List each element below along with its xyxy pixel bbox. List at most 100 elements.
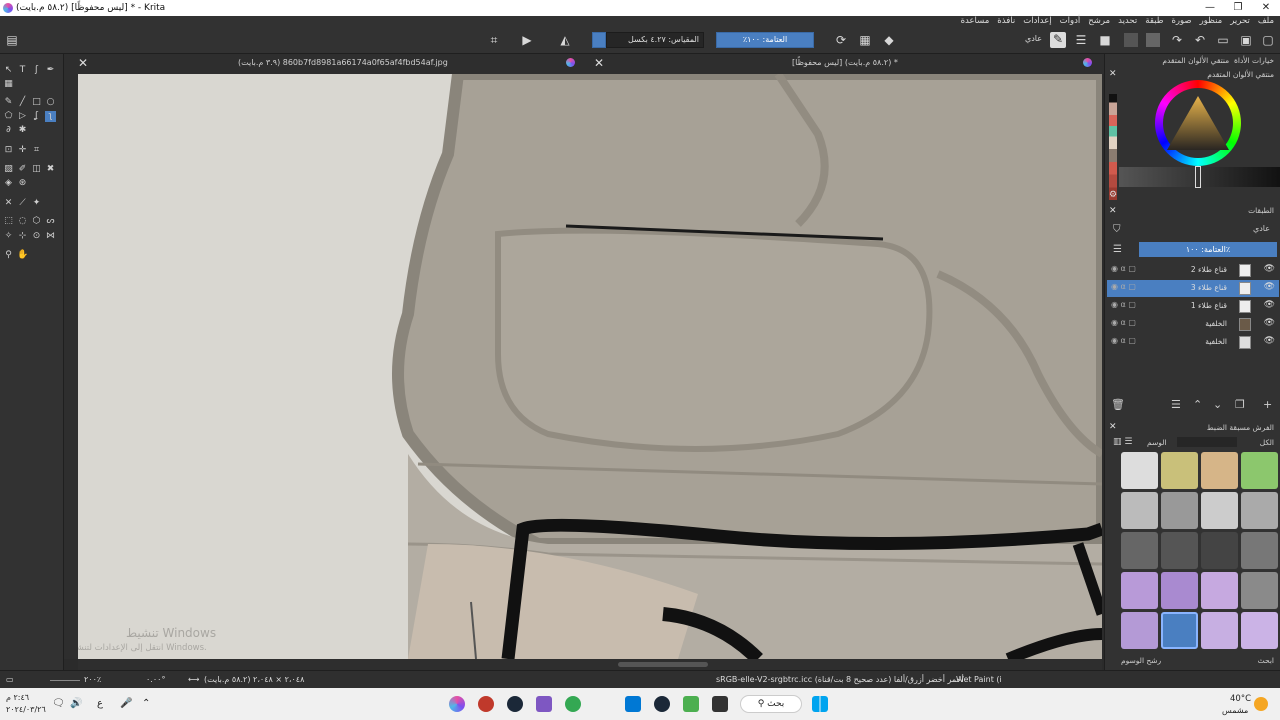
mirror-icon[interactable]: ◭ <box>558 33 572 47</box>
close-tab-1-icon[interactable]: ✕ <box>78 56 88 70</box>
brush-preset-19[interactable] <box>1201 612 1238 649</box>
krita-taskbar-icon[interactable] <box>449 696 465 712</box>
menu-help[interactable]: مساعدة <box>961 16 990 29</box>
menu-view[interactable]: منظور <box>1200 16 1223 29</box>
app-taskbar-icon-4[interactable] <box>536 696 552 712</box>
reference-tool-icon[interactable]: ✦ <box>31 198 42 209</box>
alpha-lock-icon[interactable]: ▦ <box>858 33 872 47</box>
layer-visibility-icon[interactable]: 👁 <box>1264 300 1275 310</box>
start-menu-icon[interactable] <box>812 696 828 712</box>
smart-patch-icon[interactable]: ✖ <box>45 164 56 175</box>
layer-lock-icon[interactable]: ◉ α ▢ <box>1111 336 1136 345</box>
status-icon[interactable]: ▭ <box>6 675 14 684</box>
gradient-icon[interactable] <box>1146 33 1160 47</box>
layer-blend-mode[interactable]: عادي <box>1253 224 1270 233</box>
color-swatch-icon[interactable]: ■ <box>1098 33 1112 47</box>
polygon-tool-icon[interactable]: ⬠ <box>3 111 14 122</box>
blend-mode-select[interactable]: عادي <box>918 32 1046 48</box>
rect-select-icon[interactable]: ⬚ <box>3 216 14 227</box>
tray-expand-icon[interactable]: ⌃ <box>142 698 150 709</box>
tab-advanced-color[interactable]: منتقي الألوان المتقدم <box>1162 56 1229 65</box>
scrollbar-thumb[interactable] <box>618 662 708 667</box>
layer-visibility-icon[interactable]: 👁 <box>1264 264 1275 274</box>
app-taskbar-icon-2[interactable] <box>478 696 494 712</box>
brush-view-icon[interactable]: ▥ ☰ <box>1113 437 1132 447</box>
app-taskbar-icon-8[interactable] <box>683 696 699 712</box>
color-settings-icon[interactable]: ⚙ <box>1109 190 1117 200</box>
pan-tool-icon[interactable]: ✋ <box>17 250 28 261</box>
layer-menu-icon[interactable]: ☰ <box>1113 244 1122 255</box>
move-layer-down-icon[interactable]: ⌄ <box>1213 398 1222 411</box>
dynamic-brush-icon[interactable]: ∂ <box>3 125 14 136</box>
pattern-edit-icon[interactable]: ▦ <box>3 79 14 90</box>
close-tab-2-icon[interactable]: ✕ <box>594 56 604 70</box>
color-history-strip[interactable] <box>1109 94 1117 200</box>
magnetic-select-icon[interactable]: ⋈ <box>45 231 56 242</box>
brush-preset-12[interactable] <box>1241 532 1278 569</box>
brush-preset-1[interactable] <box>1121 452 1158 489</box>
move-tool-icon[interactable]: ✛ <box>17 145 28 156</box>
brush-preset-17[interactable] <box>1121 612 1158 649</box>
menu-window[interactable]: نافذة <box>997 16 1015 29</box>
brush-search-label[interactable]: ابحث <box>1258 656 1274 665</box>
ellipse-tool-icon[interactable]: ○ <box>45 97 56 108</box>
weather-temp[interactable]: 40°C <box>1230 694 1251 704</box>
swap-icon[interactable]: ⟷ <box>188 675 199 684</box>
layer-properties-icon[interactable]: ☰ <box>1171 398 1181 411</box>
brush-preset-7[interactable] <box>1201 492 1238 529</box>
brush-tool-icon[interactable]: ✎ <box>3 97 14 108</box>
menu-image[interactable]: صورة <box>1171 16 1191 29</box>
menu-select[interactable]: تحديد <box>1118 16 1137 29</box>
redo-icon[interactable]: ↷ <box>1170 33 1184 47</box>
menu-layer[interactable]: طبقة <box>1145 16 1163 29</box>
opacity-field[interactable]: العتامة: ١٠٠٪ <box>716 32 814 48</box>
maximize-button[interactable]: ❐ <box>1224 0 1252 16</box>
color-triangle[interactable] <box>1165 94 1231 154</box>
brush-settings-icon[interactable]: ☰ <box>1074 33 1088 47</box>
taskbar-search[interactable]: ⚲ بحث <box>740 695 802 713</box>
similar-select-icon[interactable]: ⊹ <box>17 231 28 242</box>
brush-size-slider-fill[interactable] <box>592 32 606 48</box>
notification-icon[interactable]: 🗨 <box>52 698 65 709</box>
brush-preset-6[interactable] <box>1161 492 1198 529</box>
delete-layer-icon[interactable]: 🗑 <box>1111 398 1125 411</box>
brush-tag-select[interactable] <box>1177 437 1237 447</box>
input-language[interactable]: ع <box>97 698 103 709</box>
clock-time[interactable]: ٢:٤٦ م <box>6 693 29 702</box>
polyline-tool-icon[interactable]: ▷ <box>17 111 28 122</box>
chrome-taskbar-icon[interactable] <box>565 696 581 712</box>
tab-tool-options[interactable]: خيارات الأداة <box>1234 56 1274 65</box>
edit-shapes-icon[interactable]: ʃ <box>31 65 42 76</box>
brush-preset-10[interactable] <box>1161 532 1198 569</box>
layer-lock-icon[interactable]: ◉ α ▢ <box>1111 282 1136 291</box>
color-slider-handle[interactable] <box>1195 166 1201 188</box>
layer-row-5[interactable]: ◉ α ▢ الخلفية 👁 <box>1107 334 1279 351</box>
brush-preset-4[interactable] <box>1241 452 1278 489</box>
fill-tool-icon[interactable]: ◈ <box>3 178 14 189</box>
menu-edit[interactable]: تحرير <box>1230 16 1250 29</box>
weather-desc[interactable]: مشمس <box>1222 706 1248 715</box>
select-shapes-icon[interactable]: ↖ <box>3 65 14 76</box>
move-layer-up-icon[interactable]: ⌃ <box>1193 398 1202 411</box>
rectangle-tool-icon[interactable]: □ <box>31 97 42 108</box>
brush-tag-filter[interactable]: رشح الوسوم <box>1121 656 1161 665</box>
assistant-tool-icon[interactable]: ✕ <box>3 198 14 209</box>
menu-settings[interactable]: إعدادات <box>1023 16 1051 29</box>
colorize-mask-icon[interactable]: ◫ <box>31 164 42 175</box>
minimize-button[interactable]: — <box>1196 0 1224 16</box>
brush-preset-5[interactable] <box>1121 492 1158 529</box>
layer-lock-icon[interactable]: ◉ α ▢ <box>1111 264 1136 273</box>
layer-visibility-icon[interactable]: 👁 <box>1264 318 1275 328</box>
duplicate-layer-icon[interactable]: ❐ <box>1235 398 1245 411</box>
brush-preset-11[interactable] <box>1201 532 1238 569</box>
layer-row-3[interactable]: ◉ α ▢ قناع طلاء 1 👁 <box>1107 298 1279 315</box>
bezier-tool-icon[interactable]: ʆ <box>31 111 42 122</box>
layer-row-4[interactable]: ◉ α ▢ الخلفية 👁 <box>1107 316 1279 333</box>
tab-title-2[interactable]: [ليس محفوظًا] (٥٨.٢ م.بايت) * <box>792 58 898 67</box>
layer-filter-icon[interactable]: ⛉ <box>1113 224 1121 235</box>
text-tool-icon[interactable]: T <box>17 65 28 76</box>
brush-preset-14[interactable] <box>1161 572 1198 609</box>
color-picker-icon[interactable]: ✐ <box>17 164 28 175</box>
layer-row-1[interactable]: ◉ α ▢ قناع طلاء 2 👁 <box>1107 262 1279 279</box>
layer-visibility-icon[interactable]: 👁 <box>1264 336 1275 346</box>
